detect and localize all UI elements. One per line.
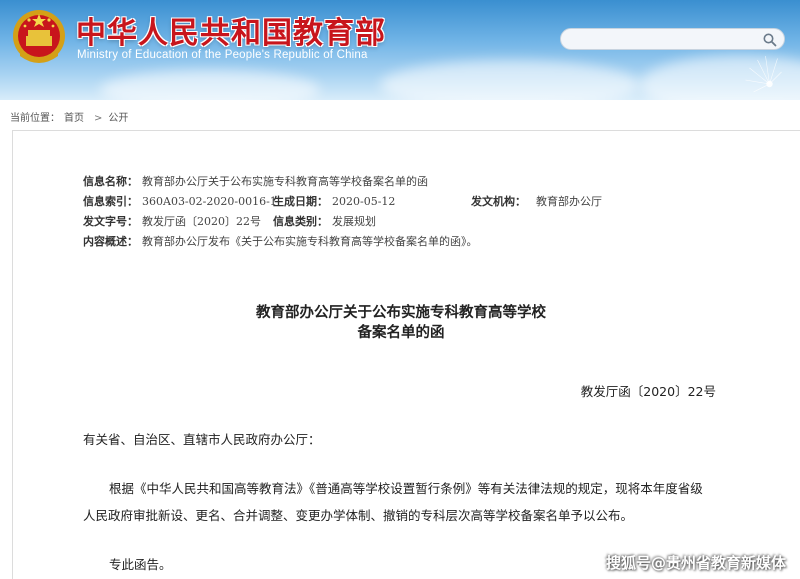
search-icon[interactable] — [762, 32, 778, 48]
breadcrumb-label: 当前位置： — [10, 113, 60, 124]
site-title[interactable]: 中华人民共和国教育部 — [76, 8, 386, 52]
breadcrumb-item-home[interactable]: 首页 — [64, 113, 84, 124]
meta-value: 360A03-02-2020-0016-1 — [142, 195, 277, 208]
site-subtitle: Ministry of Education of the People's Re… — [77, 49, 368, 61]
document-title-line2: 备案名单的函 — [357, 325, 445, 341]
meta-label: 发文字号： — [83, 215, 138, 228]
site-header: 中华人民共和国教育部 Ministry of Education of the … — [0, 0, 800, 100]
closing-text: 专此函告。 — [109, 557, 172, 572]
watermark: 搜狐号@贵州省教育新媒体 — [605, 554, 786, 572]
meta-label: 信息索引： — [83, 195, 138, 208]
header-cloud — [100, 70, 320, 100]
meta-label: 内容概述： — [83, 235, 138, 248]
meta-value: 教育部办公厅 — [536, 195, 602, 208]
search-input[interactable] — [571, 31, 751, 47]
meta-row-docno: 发文字号： 教发厅函〔2020〕22号 — [83, 213, 261, 229]
meta-label: 信息类别： — [273, 215, 328, 228]
meta-row-summary: 内容概述： 教育部办公厅发布《关于公布实施专科教育高等学校备案名单的函》。 — [83, 233, 478, 249]
breadcrumb-item-public[interactable]: 公开 — [108, 113, 128, 124]
meta-value: 教育部办公厅发布《关于公布实施专科教育高等学校备案名单的函》。 — [142, 235, 478, 248]
breadcrumb-separator: > — [94, 113, 103, 124]
meta-row-category: 信息类别： 发展规划 — [273, 213, 376, 229]
document-number: 教发厅函〔2020〕22号 — [580, 384, 716, 399]
search-box — [560, 28, 785, 50]
dandelion-decoration — [745, 55, 782, 93]
meta-row-index: 信息索引： 360A03-02-2020-0016-1 — [83, 193, 277, 209]
header-cloud — [380, 60, 640, 100]
meta-label: 生成日期： — [273, 195, 328, 208]
meta-row-name: 信息名称： 教育部办公厅关于公布实施专科教育高等学校备案名单的函 — [83, 173, 428, 189]
paragraph-line: 人民政府审批新设、更名、合并调整、变更办学体制、撤销的专科层次高等学校备案名单予… — [83, 508, 634, 523]
meta-label: 信息名称： — [83, 175, 138, 188]
meta-value: 教育部办公厅关于公布实施专科教育高等学校备案名单的函 — [142, 175, 428, 188]
meta-value: 发展规划 — [332, 215, 376, 228]
meta-value: 2020-05-12 — [332, 195, 396, 208]
meta-row-org: 发文机构： 教育部办公厅 — [471, 193, 602, 209]
national-emblem-icon[interactable] — [12, 6, 66, 68]
content-panel: 信息名称： 教育部办公厅关于公布实施专科教育高等学校备案名单的函 信息索引： 360… — [12, 130, 800, 579]
breadcrumb: 当前位置： 首页 > 公开 — [10, 109, 132, 124]
meta-label: 发文机构： — [471, 195, 526, 208]
paragraph-line: 根据《中华人民共和国高等教育法》《普通高等学校设置暂行条例》等有关法律法规的规定… — [109, 481, 703, 496]
document-title-line1: 教育部办公厅关于公布实施专科教育高等学校 — [256, 305, 546, 321]
meta-value: 教发厅函〔2020〕22号 — [142, 215, 261, 228]
meta-row-date: 生成日期： 2020-05-12 — [273, 193, 395, 209]
salutation: 有关省、自治区、直辖市人民政府办公厅： — [83, 432, 321, 447]
